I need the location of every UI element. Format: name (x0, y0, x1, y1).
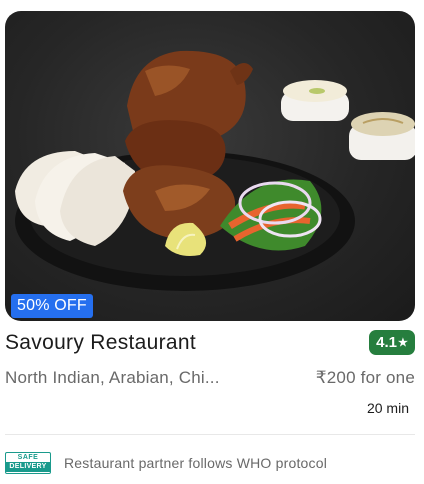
restaurant-name[interactable]: Savoury Restaurant (5, 331, 196, 355)
delivery-time: 20 min (366, 400, 409, 416)
offer-badge: 50% OFF (11, 294, 93, 318)
rating-badge: 4.1★ (369, 330, 415, 355)
restaurant-photo[interactable]: 50% OFF (5, 11, 415, 321)
restaurant-card[interactable]: 50% OFF Savoury Restaurant 4.1★ North In… (0, 0, 424, 484)
cuisine-list: North Indian, Arabian, Chi... (5, 368, 220, 387)
safety-protocol-text: Restaurant partner follows WHO protocol (64, 455, 328, 471)
safe-delivery-logo: SAFE DELIVERY (5, 452, 51, 474)
safe-logo-bottom: DELIVERY (6, 462, 50, 472)
divider (5, 434, 415, 435)
food-image (15, 50, 415, 291)
safe-logo-top: SAFE (17, 454, 39, 461)
star-icon: ★ (397, 337, 408, 349)
price-for-one: ₹200 for one (315, 368, 415, 387)
rating-value: 4.1 (376, 334, 397, 351)
